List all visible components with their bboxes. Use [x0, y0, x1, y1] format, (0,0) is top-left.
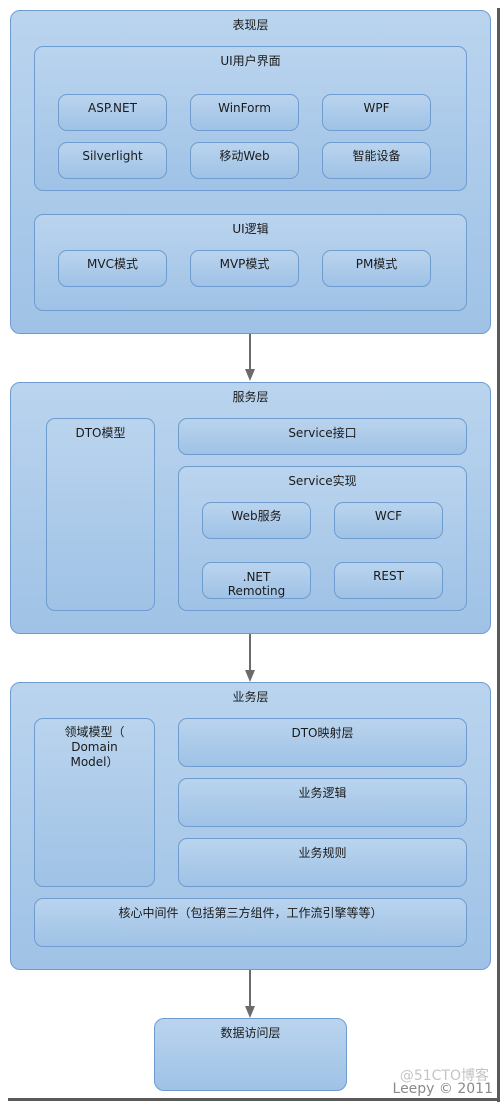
ui-item-silverlight: Silverlight [58, 142, 167, 179]
dto-model: DTO模型 [46, 418, 155, 611]
data-access-layer-title: 数据访问层 [220, 1026, 281, 1040]
ui-item-wpf: WPF [322, 94, 431, 131]
ui-item-smart-device: 智能设备 [322, 142, 431, 179]
ui-item-label: ASP.NET [88, 101, 137, 115]
ui-interface-group: UI用户界面 ASP.NET WinForm WPF Silverlight 移… [34, 46, 467, 191]
ui-item-label: 移动Web [219, 149, 270, 163]
arrow-head-icon [245, 670, 255, 682]
dto-mapping-label: DTO映射层 [291, 726, 354, 740]
ui-logic-mvc: MVC模式 [58, 250, 167, 287]
dto-mapping-layer: DTO映射层 [178, 718, 467, 767]
business-layer: 业务层 领域模型（ Domain Model） DTO映射层 业务逻辑 业务规则… [10, 682, 491, 970]
presentation-layer: 表现层 UI用户界面 ASP.NET WinForm WPF Silverlig… [10, 10, 491, 334]
watermark-author: Leepy © 2011 [392, 1081, 493, 1097]
core-middleware: 核心中间件（包括第三方组件，工作流引擎等等） [34, 898, 467, 947]
service-impl-label: REST [373, 569, 404, 583]
service-impl-net-remoting: .NET Remoting [202, 562, 311, 599]
service-interface-label: Service接口 [288, 426, 357, 440]
data-access-layer: 数据访问层 [154, 1018, 347, 1091]
service-impl-wcf: WCF [334, 502, 443, 539]
business-logic: 业务逻辑 [178, 778, 467, 827]
business-logic-label: 业务逻辑 [298, 786, 347, 800]
ui-item-label: 智能设备 [352, 149, 401, 163]
ui-item-winform: WinForm [190, 94, 299, 131]
service-impl-label: WCF [374, 509, 403, 523]
frame-shadow-bottom [8, 1098, 500, 1101]
ui-item-label: WPF [363, 101, 390, 115]
ui-item-aspnet: ASP.NET [58, 94, 167, 131]
arrow-presentation-to-service [249, 334, 251, 370]
arrow-head-icon [245, 369, 255, 381]
arrow-business-to-data [249, 970, 251, 1008]
ui-logic-title: UI逻辑 [232, 222, 269, 236]
business-layer-title: 业务层 [232, 690, 269, 704]
ui-logic-label: PM模式 [355, 257, 398, 271]
core-middleware-label: 核心中间件（包括第三方组件，工作流引擎等等） [118, 906, 383, 920]
dto-model-label: DTO模型 [75, 426, 126, 440]
ui-item-label: Silverlight [82, 149, 143, 163]
service-impl-web-service: Web服务 [202, 502, 311, 539]
service-impl-group: Service实现 Web服务 WCF .NET Remoting REST [178, 466, 467, 611]
service-interface: Service接口 [178, 418, 467, 455]
ui-logic-group: UI逻辑 MVC模式 MVP模式 PM模式 [34, 214, 467, 311]
ui-item-mobile-web: 移动Web [190, 142, 299, 179]
business-rules: 业务规则 [178, 838, 467, 887]
ui-logic-mvp: MVP模式 [190, 250, 299, 287]
presentation-layer-title: 表现层 [232, 18, 269, 32]
business-rules-label: 业务规则 [298, 846, 347, 860]
ui-logic-pm: PM模式 [322, 250, 431, 287]
service-impl-label: .NET Remoting [227, 570, 286, 598]
ui-item-label: WinForm [218, 101, 271, 115]
frame-shadow-right [497, 8, 500, 1102]
service-layer-title: 服务层 [232, 390, 269, 404]
service-impl-rest: REST [334, 562, 443, 599]
ui-interface-title: UI用户界面 [220, 54, 281, 68]
domain-model-label: 领域模型（ Domain Model） [64, 725, 125, 769]
ui-logic-label: MVC模式 [87, 257, 138, 271]
arrow-service-to-business [249, 634, 251, 672]
service-impl-title: Service实现 [288, 474, 357, 488]
ui-logic-label: MVP模式 [219, 257, 270, 271]
arrow-head-icon [245, 1006, 255, 1018]
service-impl-label: Web服务 [231, 509, 282, 523]
service-layer: 服务层 DTO模型 Service接口 Service实现 Web服务 WCF … [10, 382, 491, 634]
domain-model: 领域模型（ Domain Model） [34, 718, 155, 887]
